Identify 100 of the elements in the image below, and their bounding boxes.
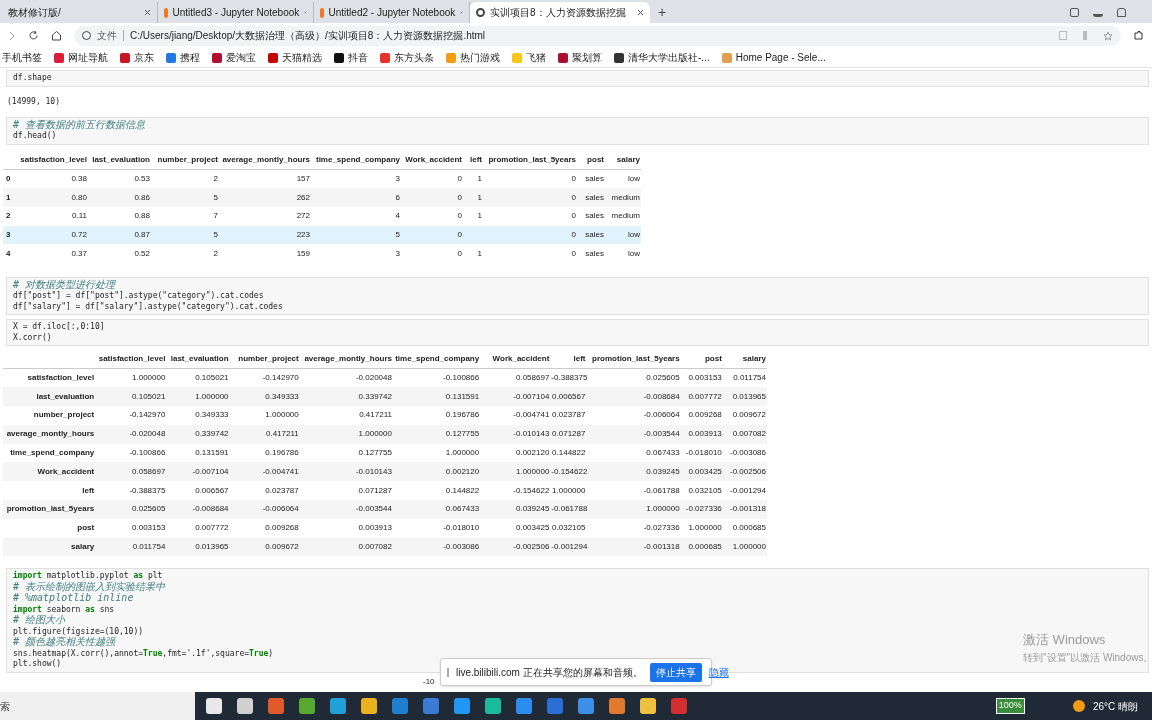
code-line: # 绘图大小 xyxy=(13,615,66,627)
notebook-icon xyxy=(164,7,168,18)
table-cell: 0.023787 xyxy=(229,481,300,500)
taskbar-search[interactable]: 索 xyxy=(0,692,195,720)
app-icon[interactable] xyxy=(237,698,253,714)
column-header: satisfaction_level xyxy=(18,150,88,170)
table-cell: -0.154622 xyxy=(480,481,551,500)
code-line: import seaborn as sns xyxy=(13,604,115,614)
bookmark-item[interactable]: 携程 xyxy=(166,50,200,65)
table-cell: 0.013965 xyxy=(722,387,767,407)
column-header: left xyxy=(550,350,587,369)
table-cell: 262 xyxy=(219,188,311,207)
column-header: post xyxy=(577,150,605,170)
app-icon[interactable] xyxy=(206,698,222,714)
table-cell: 0.144822 xyxy=(392,481,481,500)
table-cell: -0.027336 xyxy=(680,500,723,519)
code-cell[interactable]: # 对数据类型进行处理 df["post"] = df["post"].astype("category").cat.codes df["salary"] = df["salary"].astype("category").cat.codes xyxy=(6,276,1149,316)
hide-link[interactable]: 隐藏 xyxy=(708,664,729,680)
tab-title: 实训项目8：人力资源数据挖掘 xyxy=(490,6,627,20)
bookmark-item[interactable]: Home Page - Sele... xyxy=(721,50,826,65)
code-line: sns.heatmap(X.corr(),annot=True,fmt='.1f',square=True) xyxy=(13,648,274,659)
column-header: time_spend_company xyxy=(392,350,481,369)
table-cell: -0.007104 xyxy=(166,462,230,482)
address-field[interactable]: 文件 C:/Users/jiang/Desktop/大数据治理（高级）/实训项目8：人力资源数据挖掘.html xyxy=(74,25,1121,46)
share-icon[interactable] xyxy=(1059,31,1067,40)
tab-title: Untitled3 - Jupyter Notebook xyxy=(172,6,300,20)
bookmark-item[interactable]: 飞猪 xyxy=(512,50,546,65)
table-cell: 0.067433 xyxy=(392,500,481,519)
table-cell: 0.025605 xyxy=(95,500,167,519)
bookmark-item[interactable]: 天猫精选 xyxy=(268,50,322,65)
tab-title: Untitled2 - Jupyter Notebook xyxy=(328,6,456,20)
bookmark-item[interactable]: 京东 xyxy=(120,50,154,65)
bookmark-item[interactable]: 聚划算 xyxy=(558,50,602,65)
app-icon[interactable] xyxy=(578,698,594,714)
cell-output: (14999, 10) xyxy=(6,95,61,108)
home-icon[interactable] xyxy=(51,30,62,41)
battery-indicator[interactable]: 100% xyxy=(995,698,1025,714)
code-line: df.shape xyxy=(13,73,52,84)
code-line: plt.show() xyxy=(13,659,62,670)
table-cell: 0.002120 xyxy=(392,462,481,482)
table-cell: 0.039245 xyxy=(480,500,551,519)
row-index: 1 xyxy=(3,188,18,207)
table-cell: 0.007772 xyxy=(680,387,723,407)
code-line: df.head() xyxy=(13,131,57,142)
app-icon[interactable] xyxy=(392,698,408,714)
table-cell: 0.86 xyxy=(88,188,151,207)
code-cell[interactable]: df.shape xyxy=(6,70,1149,87)
code-line: # 对数据类型进行处理 xyxy=(13,279,116,291)
close-icon[interactable] xyxy=(144,9,151,16)
app-icon[interactable] xyxy=(640,698,656,714)
app-icon[interactable] xyxy=(516,698,532,714)
bookmark-item[interactable]: 网址导航 xyxy=(54,50,108,65)
bookmark-item[interactable]: 热门游戏 xyxy=(446,50,500,65)
bookmark-item[interactable]: 爱淘宝 xyxy=(212,50,256,65)
table-cell: 1.000000 xyxy=(550,481,587,500)
app-icon[interactable] xyxy=(361,698,377,714)
bookmark-item[interactable]: 清华大学出版社-... xyxy=(614,50,710,65)
table-cell: medium xyxy=(605,188,641,207)
column-header: number_project xyxy=(229,350,300,369)
table-cell: 0.105021 xyxy=(95,387,167,407)
code-line: X.corr() xyxy=(13,332,52,344)
table-cell: -0.008684 xyxy=(166,500,230,519)
browser-tab[interactable]: 实训项目8：人力资源数据挖掘 xyxy=(470,2,650,23)
table-cell: -0.061788 xyxy=(550,500,587,519)
table-cell: -0.002506 xyxy=(722,462,767,482)
app-icon[interactable] xyxy=(547,698,563,714)
app-icon[interactable] xyxy=(485,698,501,714)
table-cell: 0.339742 xyxy=(299,387,393,407)
tab-search-icon[interactable] xyxy=(1070,8,1079,17)
bookmark-item[interactable]: 手机书签 xyxy=(2,50,42,65)
table-cell: -0.006064 xyxy=(229,500,300,519)
code-line: import matplotlib.pyplot as plt xyxy=(13,571,163,582)
code-cell[interactable]: X = df.iloc[:,0:10] X.corr() xyxy=(6,319,1149,347)
bookmark-item[interactable]: 抖音 xyxy=(334,50,368,65)
app-icon[interactable] xyxy=(268,698,284,714)
close-icon[interactable] xyxy=(637,9,644,16)
column-header: Work_accident xyxy=(480,350,551,369)
column-header: number_project xyxy=(151,150,219,170)
activation-hint: 转到"设置"以激活 Windows。 xyxy=(1023,650,1152,665)
drag-handle-icon[interactable] xyxy=(447,667,449,677)
table-cell: -0.001318 xyxy=(722,500,767,519)
app-icon[interactable] xyxy=(454,698,470,714)
table-cell: 0.006567 xyxy=(550,387,587,407)
app-icon[interactable] xyxy=(609,698,625,714)
app-icon[interactable] xyxy=(423,698,439,714)
app-icon[interactable] xyxy=(299,698,315,714)
forward-icon[interactable] xyxy=(8,30,16,41)
weather-text[interactable]: 26°C 晴朗 xyxy=(1092,698,1138,714)
reload-icon[interactable] xyxy=(28,30,39,41)
star-icon[interactable] xyxy=(1103,30,1113,41)
app-icon[interactable] xyxy=(671,698,687,714)
table-cell: 0.349333 xyxy=(166,406,230,425)
column-header: post xyxy=(680,350,723,369)
extensions-icon[interactable] xyxy=(1133,30,1144,41)
stop-sharing-button[interactable]: 停止共享 xyxy=(649,662,702,682)
code-cell[interactable]: # 查看数据的前五行数据信息 df.head() xyxy=(6,116,1149,145)
table-cell: 0.009672 xyxy=(722,406,767,425)
app-icon[interactable] xyxy=(330,698,346,714)
bookmark-item[interactable]: 东方头条 xyxy=(380,50,434,65)
new-tab-button[interactable]: + xyxy=(650,2,675,23)
